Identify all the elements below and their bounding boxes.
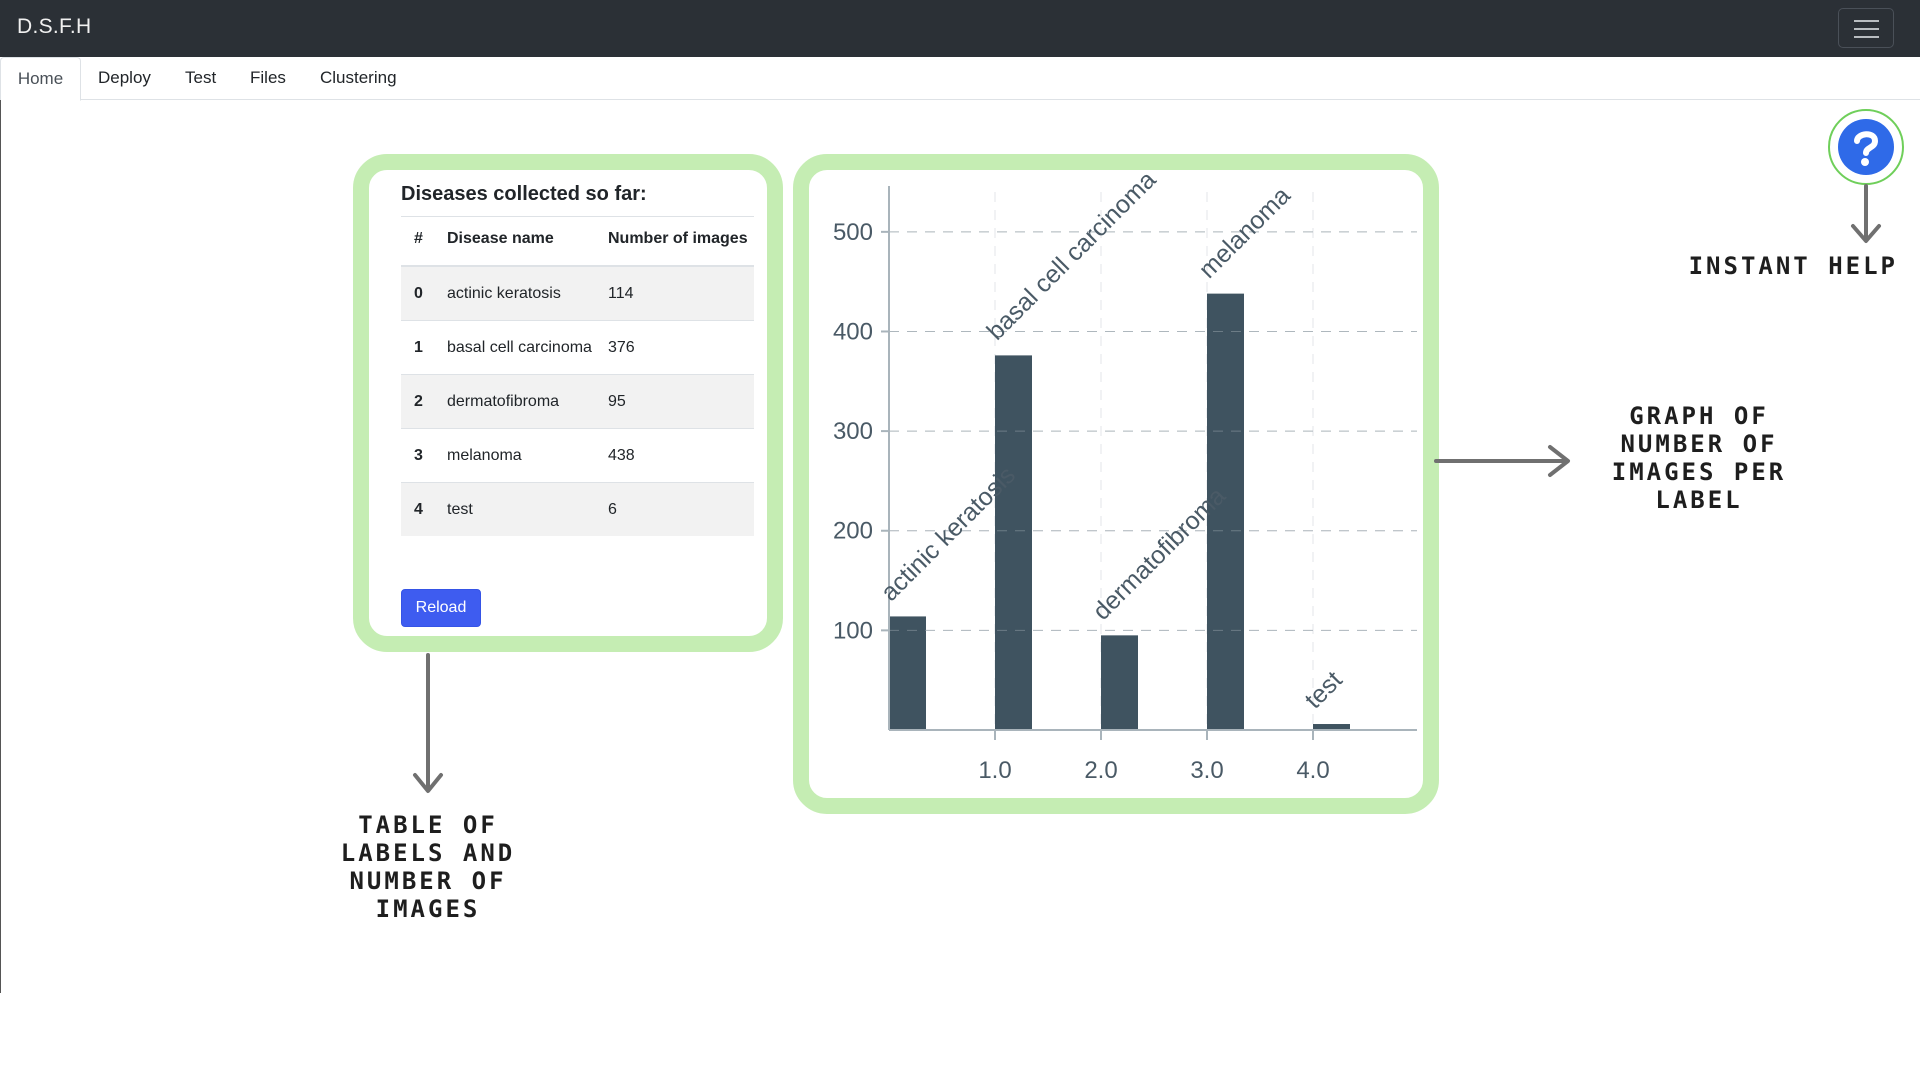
annotation-table: TABLE OF LABELS AND NUMBER OF IMAGES <box>340 811 516 923</box>
annotation-instant-help: INSTANT HELP <box>1688 252 1898 280</box>
annotation-graph: GRAPH OF NUMBER OF IMAGES PER LABEL <box>1611 402 1787 514</box>
annotation-arrows <box>413 184 1881 793</box>
